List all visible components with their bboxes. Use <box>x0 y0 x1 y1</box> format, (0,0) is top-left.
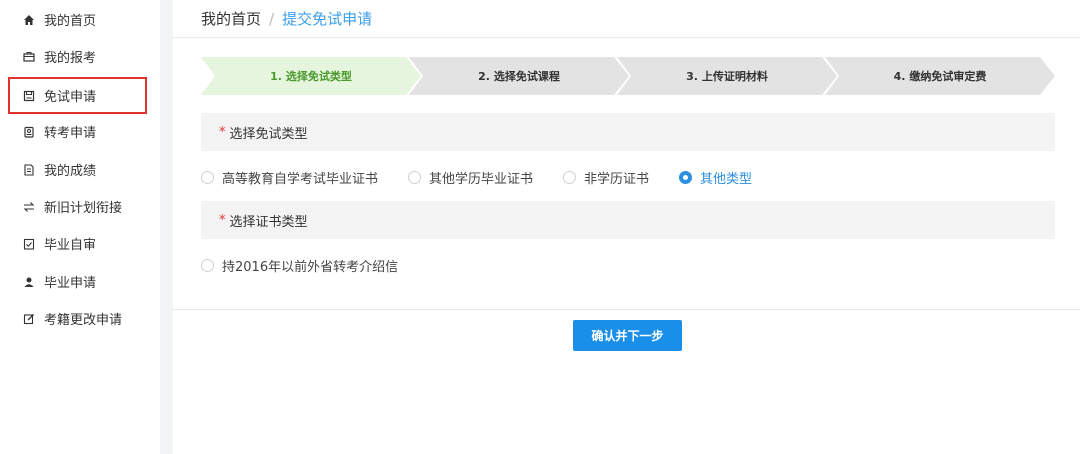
sidebar-item-label: 我的首页 <box>44 14 97 29</box>
section-title: 选择免试类型 <box>229 126 308 142</box>
breadcrumb-separator: / <box>269 9 275 28</box>
radio-label: 其他学历毕业证书 <box>429 171 534 187</box>
step-label: 4. 缴纳免试审定费 <box>893 70 987 83</box>
breadcrumb: 我的首页 / 提交免试申请 <box>173 0 1080 38</box>
radio-higher-edu-cert[interactable]: 高等教育自学考试毕业证书 <box>201 168 378 187</box>
sidebar-item-label: 毕业自审 <box>44 238 97 253</box>
user-icon <box>22 275 36 289</box>
radio-other-degree-cert[interactable]: 其他学历毕业证书 <box>408 168 533 187</box>
sidebar-item-self-review[interactable]: 毕业自审 <box>0 225 160 262</box>
sidebar-item-label: 转考申请 <box>44 126 97 141</box>
sidebar-item-graduation[interactable]: 毕业申请 <box>0 263 160 300</box>
sidebar-item-label: 毕业申请 <box>44 276 97 291</box>
radio-circle[interactable] <box>563 170 577 184</box>
sidebar-item-label: 新旧计划衔接 <box>44 201 123 216</box>
briefcase-icon <box>22 50 36 64</box>
radio-label: 非学历证书 <box>584 171 650 187</box>
badge-icon <box>22 125 36 139</box>
required-mark: * <box>219 124 226 140</box>
step-label: 3. 上传证明材料 <box>686 70 768 83</box>
home-icon <box>22 13 36 27</box>
radio-circle[interactable] <box>679 170 693 184</box>
save-icon <box>22 89 36 103</box>
main-panel: 我的首页 / 提交免试申请 1. 选择免试类型 2. 选择免试课程 3. 上传证… <box>173 0 1080 454</box>
check-file-icon <box>22 237 36 251</box>
sidebar: 我的首页 我的报考 免试申请 转考申请 我的成绩 新旧计划衔接 毕业自审 毕业申… <box>0 0 160 454</box>
sidebar-item-exemption[interactable]: 免试申请 <box>8 77 147 114</box>
confirm-next-button[interactable]: 确认并下一步 <box>573 320 682 351</box>
sidebar-item-transfer[interactable]: 转考申请 <box>0 113 160 150</box>
swap-icon <box>22 200 36 214</box>
sidebar-item-plan-link[interactable]: 新旧计划衔接 <box>0 188 160 225</box>
radio-other-type[interactable]: 其他类型 <box>679 168 752 187</box>
sidebar-item-home[interactable]: 我的首页 <box>0 1 160 38</box>
step-label: 2. 选择免试课程 <box>478 70 560 83</box>
divider <box>173 309 1080 310</box>
sidebar-item-record-change[interactable]: 考籍更改申请 <box>0 300 160 337</box>
cert-type-radio-group: 持2016年以前外省转考介绍信 <box>201 253 428 277</box>
document-icon <box>22 163 36 177</box>
section-cert-type-header: * 选择证书类型 <box>201 201 1055 239</box>
sidebar-item-label: 考籍更改申请 <box>44 313 123 328</box>
step-1: 1. 选择免试类型 <box>201 57 421 95</box>
radio-circle[interactable] <box>201 258 214 272</box>
radio-circle[interactable] <box>201 170 214 184</box>
radio-label: 其他类型 <box>700 171 753 187</box>
sidebar-item-label: 我的成绩 <box>44 164 97 179</box>
sidebar-item-label: 免试申请 <box>44 90 97 105</box>
step-3: 3. 上传证明材料 <box>617 57 837 95</box>
step-4: 4. 缴纳免试审定费 <box>825 57 1055 95</box>
sidebar-item-label: 我的报考 <box>44 51 97 66</box>
sidebar-item-scores[interactable]: 我的成绩 <box>0 151 160 188</box>
edit-icon <box>22 312 36 326</box>
radio-transfer-letter[interactable]: 持2016年以前外省转考介绍信 <box>201 256 398 275</box>
radio-label: 高等教育自学考试毕业证书 <box>222 171 379 187</box>
step-label: 1. 选择免试类型 <box>270 70 352 83</box>
exempt-type-radio-group: 高等教育自学考试毕业证书 其他学历毕业证书 非学历证书 其他类型 <box>201 165 782 189</box>
section-title: 选择证书类型 <box>229 214 308 230</box>
sidebar-item-my-exams[interactable]: 我的报考 <box>0 38 160 75</box>
breadcrumb-current: 提交免试申请 <box>282 10 373 28</box>
radio-non-degree-cert[interactable]: 非学历证书 <box>563 168 649 187</box>
step-2: 2. 选择免试课程 <box>409 57 629 95</box>
required-mark: * <box>219 212 226 228</box>
breadcrumb-home[interactable]: 我的首页 <box>201 8 261 29</box>
radio-circle[interactable] <box>408 170 422 184</box>
section-exempt-type-header: * 选择免试类型 <box>201 113 1055 151</box>
step-progress: 1. 选择免试类型 2. 选择免试课程 3. 上传证明材料 4. 缴纳免试审定费 <box>201 57 1055 95</box>
radio-label: 持2016年以前外省转考介绍信 <box>222 259 399 275</box>
